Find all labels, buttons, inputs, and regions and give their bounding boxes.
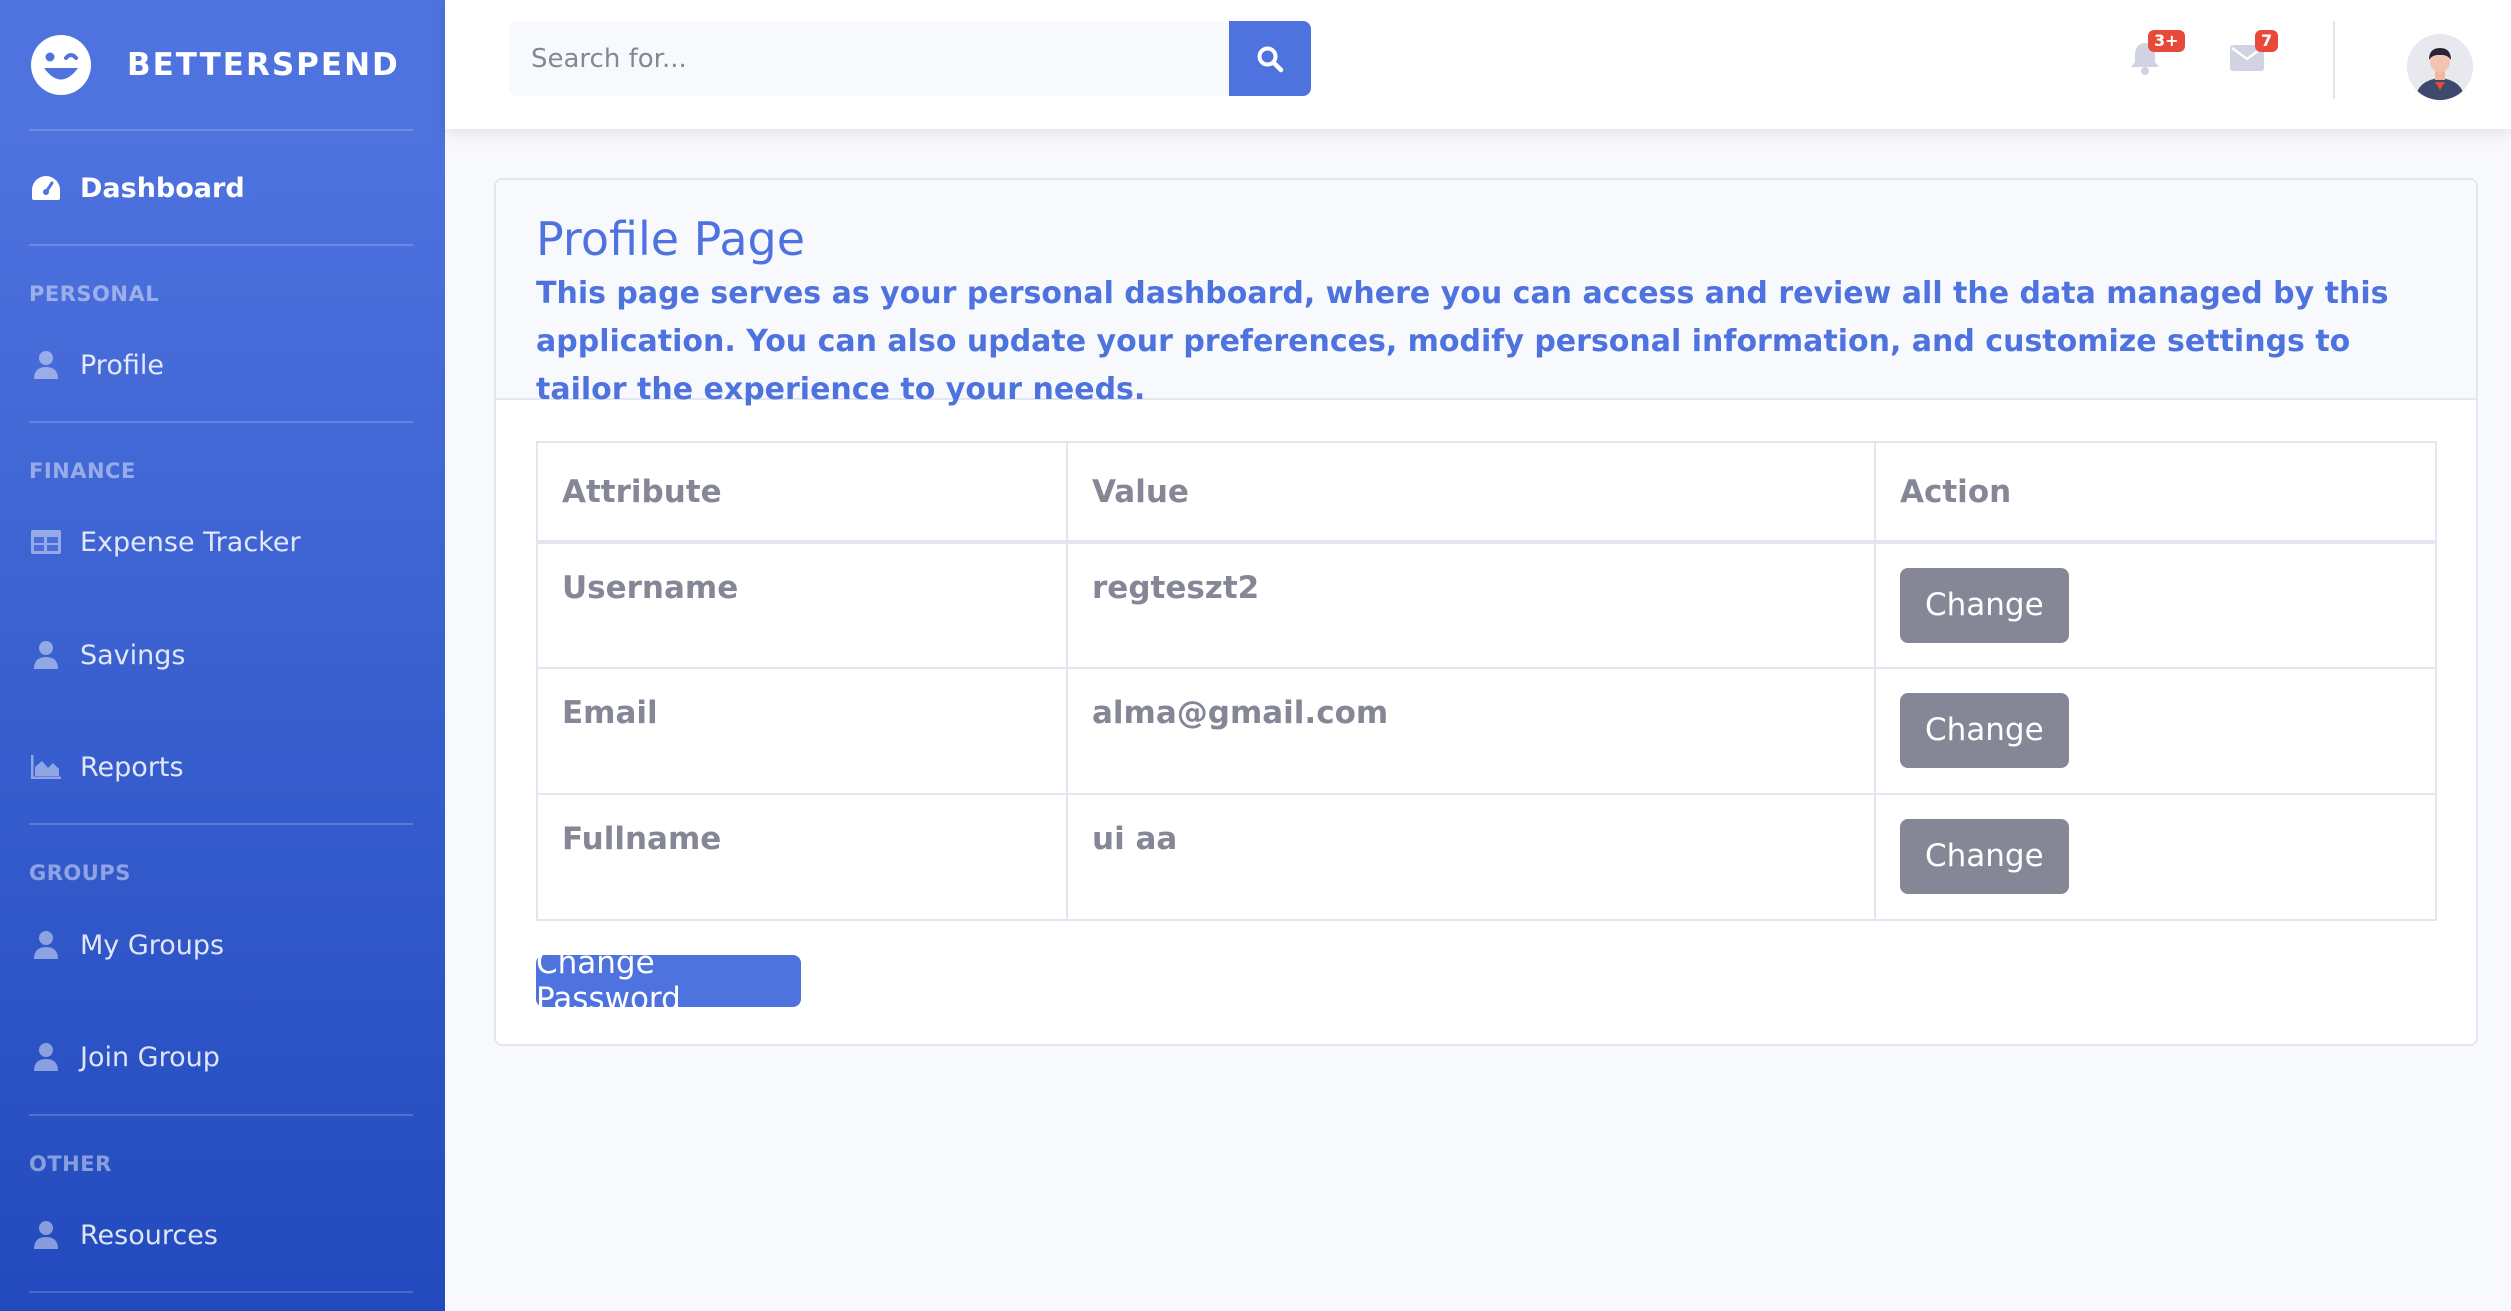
page-title: Profile Page <box>536 212 806 266</box>
change-email-button[interactable]: Change <box>1900 693 2069 768</box>
search-form <box>509 21 1313 96</box>
sidebar-divider <box>29 421 413 423</box>
sidebar-item-label: Expense Tracker <box>80 526 301 558</box>
user-icon <box>29 928 63 962</box>
sidebar-item-expense-tracker[interactable]: Expense Tracker <box>29 512 413 572</box>
sidebar-divider <box>29 1114 413 1116</box>
value-cell: ui aa <box>1066 793 1876 921</box>
sidebar-item-dashboard[interactable]: Dashboard <box>29 158 413 218</box>
sidebar-divider <box>29 129 413 131</box>
user-icon <box>29 348 63 382</box>
topbar-divider <box>2333 21 2335 99</box>
table-icon <box>29 525 63 559</box>
sidebar: BETTERSPEND Dashboard PERSONAL Profile F… <box>0 0 445 1311</box>
search-input[interactable] <box>509 21 1229 96</box>
change-password-button[interactable]: Change Password <box>536 945 801 1017</box>
sidebar-item-label: Dashboard <box>80 172 245 204</box>
change-username-button[interactable]: Change <box>1900 568 2069 643</box>
attribute-cell: Email <box>536 667 1068 795</box>
sidebar-item-label: Resources <box>80 1219 218 1251</box>
search-button[interactable] <box>1229 21 1311 96</box>
action-cell: Change <box>1874 793 2437 921</box>
user-icon <box>29 1040 63 1074</box>
sidebar-item-label: Profile <box>80 349 164 381</box>
chart-area-icon <box>29 750 63 784</box>
laugh-wink-icon <box>29 33 93 97</box>
user-icon <box>29 638 63 672</box>
table-header-row: Attribute Value Action <box>536 441 2437 544</box>
sidebar-item-label: Join Group <box>80 1041 220 1073</box>
value-cell: regteszt2 <box>1066 541 1876 669</box>
avatar[interactable] <box>2407 34 2473 100</box>
sidebar-divider <box>29 823 413 825</box>
card-header: Profile Page This page serves as your pe… <box>496 180 2476 407</box>
sidebar-heading-finance: FINANCE <box>29 459 136 483</box>
profile-table: Attribute Value Action Username regteszt… <box>536 441 2437 921</box>
value-cell: alma@gmail.com <box>1066 667 1876 795</box>
sidebar-divider <box>29 244 413 246</box>
page-description: This page serves as your personal dashbo… <box>536 276 2389 407</box>
sidebar-item-label: My Groups <box>80 929 225 961</box>
alerts-badge: 3+ <box>2148 30 2185 52</box>
attribute-cell: Username <box>536 541 1068 669</box>
change-fullname-button[interactable]: Change <box>1900 819 2069 894</box>
table-row: Email alma@gmail.com Change <box>536 667 2437 795</box>
column-header-action: Action <box>1874 441 2437 544</box>
topbar: 3+ 7 <box>445 0 2511 129</box>
sidebar-item-join-group[interactable]: Join Group <box>29 1027 413 1087</box>
search-icon <box>1257 46 1284 72</box>
attribute-cell: Fullname <box>536 793 1068 921</box>
sidebar-item-label: Reports <box>80 751 184 783</box>
sidebar-item-my-groups[interactable]: My Groups <box>29 915 413 975</box>
table-row: Username regteszt2 Change <box>536 541 2437 669</box>
alerts-dropdown[interactable]: 3+ <box>2115 28 2185 88</box>
sidebar-heading-groups: GROUPS <box>29 861 131 885</box>
column-header-attribute: Attribute <box>536 441 1068 544</box>
sidebar-item-profile[interactable]: Profile <box>29 335 413 395</box>
brand-name: BETTERSPEND <box>127 46 400 83</box>
user-icon <box>29 1218 63 1252</box>
sidebar-heading-other: OTHER <box>29 1152 112 1176</box>
sidebar-heading-personal: PERSONAL <box>29 282 160 306</box>
action-cell: Change <box>1874 667 2437 795</box>
brand[interactable]: BETTERSPEND <box>0 0 445 129</box>
sidebar-item-label: Savings <box>80 639 186 671</box>
column-header-value: Value <box>1066 441 1876 544</box>
sidebar-item-savings[interactable]: Savings <box>29 625 413 685</box>
messages-badge: 7 <box>2255 30 2279 52</box>
messages-dropdown[interactable]: 7 <box>2217 28 2279 88</box>
sidebar-item-reports[interactable]: Reports <box>29 737 413 797</box>
table-row: Fullname ui aa Change <box>536 793 2437 921</box>
user-avatar-icon <box>2407 34 2473 100</box>
profile-card: Profile Page This page serves as your pe… <box>494 178 2478 1046</box>
action-cell: Change <box>1874 541 2437 669</box>
sidebar-divider <box>29 1291 413 1293</box>
tachometer-icon <box>29 171 63 205</box>
sidebar-item-resources[interactable]: Resources <box>29 1205 413 1265</box>
